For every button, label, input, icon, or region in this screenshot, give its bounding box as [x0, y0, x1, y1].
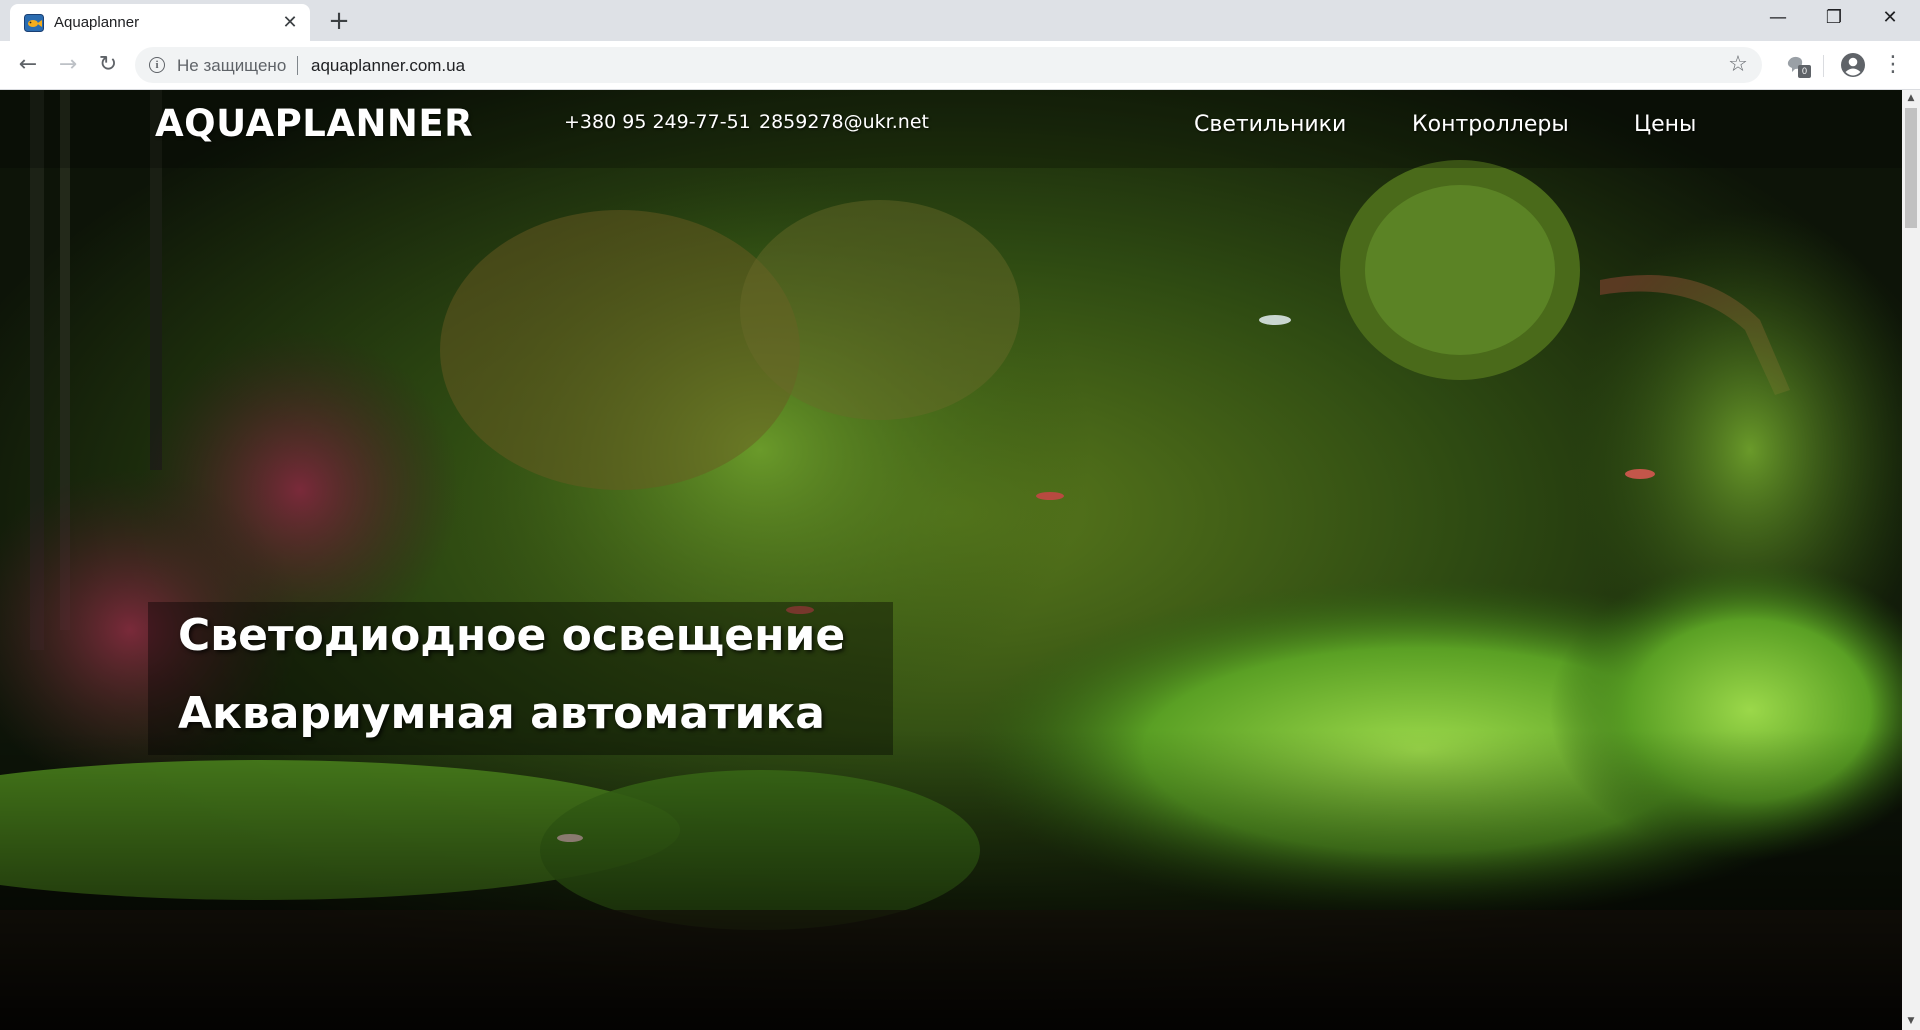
- scroll-thumb[interactable]: [1905, 108, 1917, 228]
- nav-link-prices[interactable]: Цены: [1634, 112, 1696, 137]
- security-status[interactable]: Не защищено: [177, 56, 286, 76]
- forward-arrow-icon[interactable]: →: [54, 51, 82, 79]
- info-icon[interactable]: i: [149, 57, 165, 73]
- page-viewport: AQUAPLANNER +380 95 249-77-51 2859278@uk…: [0, 90, 1902, 1030]
- scroll-down-icon[interactable]: ▼: [1902, 1013, 1920, 1030]
- scroll-up-icon[interactable]: ▲: [1902, 90, 1920, 107]
- tab-close-icon[interactable]: ✕: [280, 13, 300, 33]
- account-icon[interactable]: [1840, 52, 1866, 78]
- phone-number[interactable]: +380 95 249-77-51: [564, 111, 751, 133]
- page-scrollbar[interactable]: ▲ ▼: [1902, 90, 1920, 1030]
- reload-icon[interactable]: ↻: [94, 51, 122, 79]
- extension-badge: 0: [1798, 65, 1811, 78]
- hero-title-lighting: Светодиодное освещение: [178, 610, 846, 661]
- star-icon[interactable]: ☆: [1726, 53, 1750, 77]
- nav-link-controllers[interactable]: Контроллеры: [1412, 112, 1569, 137]
- browser-tab[interactable]: Aquaplanner ✕: [10, 4, 310, 41]
- back-arrow-icon[interactable]: ←: [14, 51, 42, 79]
- fish-favicon-icon: [24, 14, 44, 32]
- new-tab-button[interactable]: +: [325, 7, 353, 35]
- browser-toolbar: ← → ↻ i Не защищено aquaplanner.com.ua ☆…: [0, 41, 1920, 90]
- site-header: AQUAPLANNER +380 95 249-77-51 2859278@uk…: [0, 90, 1902, 168]
- close-window-button[interactable]: ✕: [1862, 0, 1918, 36]
- minimize-button[interactable]: —: [1750, 0, 1806, 36]
- restore-button[interactable]: ❐: [1806, 0, 1862, 36]
- aquarium-background-image: [0, 90, 1902, 1030]
- url-text[interactable]: aquaplanner.com.ua: [311, 56, 465, 76]
- tab-strip: Aquaplanner ✕ + — ❐ ✕: [0, 0, 1920, 41]
- tab-title: Aquaplanner: [54, 14, 140, 31]
- toolbar-divider: [1823, 55, 1824, 77]
- site-logo[interactable]: AQUAPLANNER: [155, 102, 473, 145]
- menu-icon[interactable]: ⋮: [1881, 51, 1905, 79]
- hero-title-automation: Аквариумная автоматика: [178, 688, 825, 739]
- omnibox-divider: [297, 56, 298, 75]
- nav-link-lights[interactable]: Светильники: [1194, 112, 1346, 137]
- address-bar[interactable]: i Не защищено aquaplanner.com.ua ☆: [135, 47, 1762, 83]
- hero-caption: Светодиодное освещение Аквариумная автом…: [148, 602, 893, 755]
- email-address[interactable]: 2859278@ukr.net: [759, 111, 929, 133]
- extension-icon[interactable]: 0: [1781, 50, 1811, 80]
